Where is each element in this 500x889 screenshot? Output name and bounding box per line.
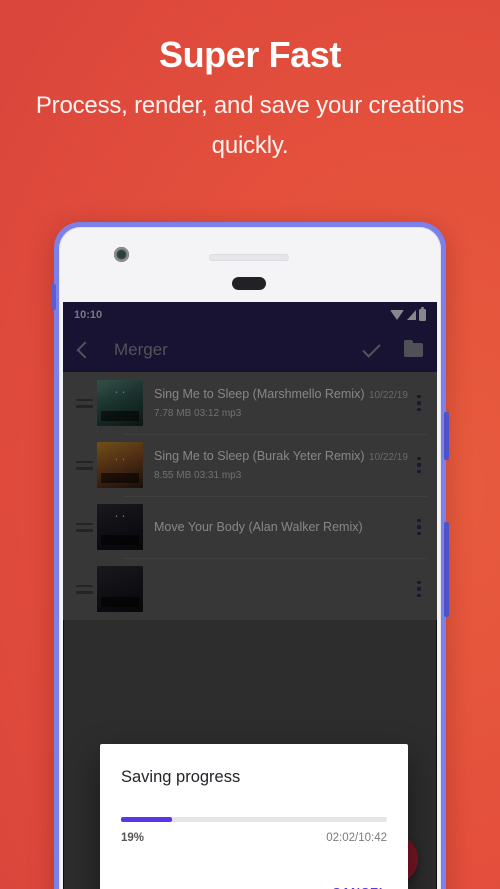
- saving-progress-dialog: Saving progress 19% 02:02/10:42 CANCEL: [100, 744, 408, 889]
- progress-labels: 19% 02:02/10:42: [121, 832, 387, 844]
- app-screen: 10:10 Merger Sing Me to Sleep (Marshmell…: [63, 302, 437, 889]
- phone-device-mockup: 10:10 Merger Sing Me to Sleep (Marshmell…: [51, 222, 449, 889]
- camera-lens-icon: [118, 251, 125, 258]
- progress-bar-track: [121, 817, 387, 822]
- speaker-grille-icon: [209, 254, 289, 261]
- page-subtitle: Process, render, and save your creations…: [35, 92, 465, 159]
- progress-percent-label: 19%: [121, 832, 145, 844]
- progress-time-label: 02:02/10:42: [326, 832, 387, 844]
- volume-button[interactable]: [444, 412, 449, 460]
- sensor-pill: [232, 277, 266, 290]
- power-button[interactable]: [444, 522, 449, 617]
- side-button-left[interactable]: [51, 284, 56, 310]
- phone-bezel: 10:10 Merger Sing Me to Sleep (Marshmell…: [59, 227, 441, 889]
- dialog-title: Saving progress: [121, 768, 241, 786]
- page-title: Super Fast: [158, 34, 342, 75]
- progress-bar-fill: [121, 817, 172, 822]
- promo-banner: Super Fast Process, render, and save you…: [0, 0, 500, 889]
- dialog-actions: CANCEL: [332, 884, 387, 889]
